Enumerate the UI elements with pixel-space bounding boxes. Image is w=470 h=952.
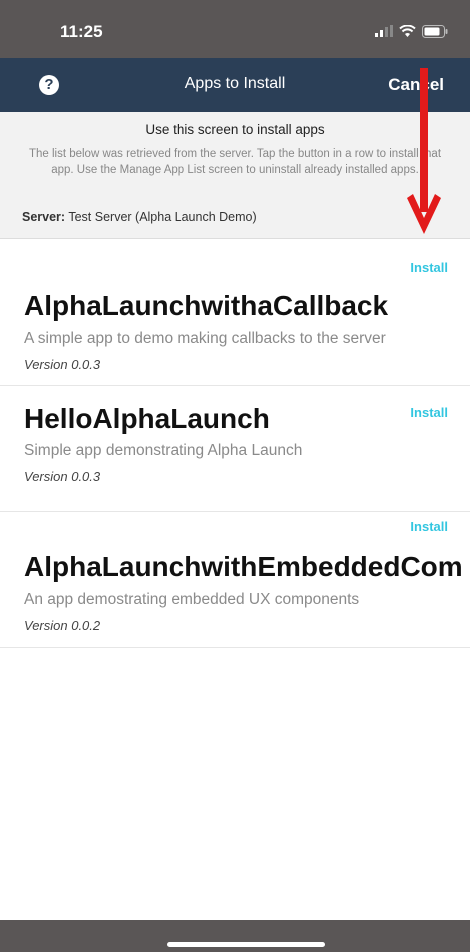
home-bar-area [0,920,470,952]
app-version: Version 0.0.3 [24,357,101,372]
app-description: An app demostrating embedded UX componen… [24,591,360,608]
home-indicator[interactable] [167,942,325,947]
app-name: HelloAlphaLaunch [24,403,270,434]
list-item: Install AlphaLaunchwithEmbeddedCom An ap… [0,512,470,648]
install-button[interactable]: Install [410,519,448,534]
app-name: AlphaLaunchwithEmbeddedCom [24,551,463,582]
status-bar: 11:25 [0,0,470,58]
server-label: Server: [22,210,66,224]
app-description: A simple app to demo making callbacks to… [24,330,386,347]
battery-icon [422,24,448,38]
server-info: Server: Test Server (Alpha Launch Demo) [22,210,257,224]
down-arrow-annotation [407,68,441,234]
list-item: Install AlphaLaunchwithaCallback A simpl… [0,239,470,386]
status-icons [375,24,448,38]
wifi-icon [399,24,416,37]
nav-bar: ? Apps to Install Cancel [0,58,470,112]
app-name: AlphaLaunchwithaCallback [24,290,389,321]
server-value: Test Server (Alpha Launch Demo) [68,210,257,224]
app-version: Version 0.0.3 [24,469,101,484]
status-time: 11:25 [60,22,103,41]
signal-icon [375,25,393,37]
list-item: Install HelloAlphaLaunch Simple app demo… [0,386,470,512]
install-button[interactable]: Install [410,405,448,420]
info-body: The list below was retrieved from the se… [28,148,442,176]
info-heading: Use this screen to install apps [145,122,325,137]
app-version: Version 0.0.2 [24,618,101,633]
info-panel: Use this screen to install apps The list… [0,112,470,239]
install-button[interactable]: Install [410,260,448,275]
app-description: Simple app demonstrating Alpha Launch [24,442,303,459]
